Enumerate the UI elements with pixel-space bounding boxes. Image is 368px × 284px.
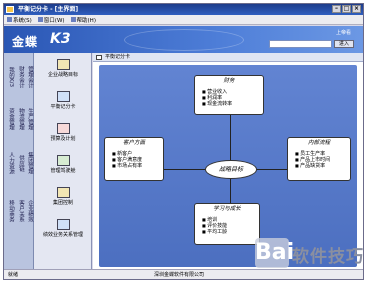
- menu-help[interactable]: 帮助(H): [70, 16, 96, 24]
- tab-production[interactable]: 生产管理: [24, 101, 33, 137]
- bsc-diagram: 财务 营业收入 利润率 现金流转率 客户方面 新客户 客户满意度 市场占有率 战…: [99, 65, 357, 267]
- window-icon: [37, 17, 43, 22]
- customer-item: 市场占有率: [112, 163, 142, 169]
- brand-logo: 金蝶: [12, 35, 39, 49]
- cockpit-icon: [56, 155, 70, 166]
- strategy-icon: [56, 59, 70, 70]
- help-icon: [70, 17, 76, 22]
- budget-icon: [56, 123, 70, 134]
- tab-crm[interactable]: 客户关系: [15, 193, 24, 229]
- watermark-text: 软件技巧: [292, 247, 364, 267]
- search-input[interactable]: [269, 40, 332, 48]
- tab-mobile[interactable]: 移动商务: [5, 193, 14, 229]
- strategy-goal[interactable]: 战略目标: [205, 160, 257, 179]
- minimize-button[interactable]: –: [332, 5, 341, 13]
- finance-title: 财务: [223, 78, 235, 84]
- box-finance[interactable]: 财务 营业收入 利润率 现金流转率: [194, 75, 264, 115]
- content-title: 平衡记分卡: [105, 54, 131, 60]
- relations-icon: [56, 219, 70, 230]
- learning-item: 平均工龄: [202, 229, 227, 235]
- tool-cockpit[interactable]: 管理驾驶舱: [36, 155, 90, 174]
- process-item: 产品缺货率: [295, 163, 330, 169]
- go-button[interactable]: 进入: [334, 40, 354, 48]
- scorecard-icon: [56, 91, 70, 102]
- status-bar: 就绪 深圳金蝶软件有限公司: [4, 269, 363, 279]
- title-bar: 平衡记分卡 - [主界面] – □ ×: [4, 4, 363, 15]
- group-control-icon: [56, 187, 70, 198]
- box-process[interactable]: 内部流程 员工生产率 产品上市时间 产品缺货率: [287, 137, 351, 181]
- menu-window[interactable]: 窗口(W): [37, 16, 65, 24]
- document-icon: [96, 55, 102, 60]
- finance-item: 现金流转率: [202, 101, 232, 107]
- brand-logo-k3: K3: [50, 31, 71, 47]
- learning-title: 学习与成长: [213, 206, 241, 212]
- banner: 金蝶 K3 上帝看 进入: [4, 26, 363, 53]
- tool-budget[interactable]: 预算及计划: [36, 123, 90, 142]
- tab-my-k3[interactable]: 我的K/3: [5, 59, 14, 95]
- process-title: 内部流程: [307, 140, 330, 146]
- module-tabs: 我的K/3 财务会计 管理会计 资金管理 物流管理 生产管理 人力资源 供应链 …: [4, 53, 34, 269]
- app-icon: [6, 6, 14, 13]
- menu-system[interactable]: 系统(S): [7, 16, 32, 24]
- tab-finance[interactable]: 财务会计: [15, 59, 24, 95]
- tool-relations[interactable]: 绩效业务关系管理: [36, 219, 90, 238]
- menu-bar: 系统(S) 窗口(W) 帮助(H): [4, 15, 363, 25]
- window-title: 平衡记分卡 - [主界面]: [18, 6, 79, 13]
- tab-hr[interactable]: 人力资源: [5, 145, 14, 181]
- system-icon: [7, 17, 12, 22]
- tool-column: 企业战略目标 平衡记分卡 预算及计划 管理驾驶舱 集团控制 绩效业务关系管理: [34, 53, 92, 269]
- tab-supply[interactable]: 供应链: [15, 145, 24, 181]
- maximize-button[interactable]: □: [342, 5, 351, 13]
- status-company: 深圳金蝶软件有限公司: [154, 272, 205, 278]
- customer-title: 客户方面: [122, 140, 145, 146]
- tool-strategy[interactable]: 企业战略目标: [36, 59, 90, 78]
- tool-scorecard[interactable]: 平衡记分卡: [36, 91, 90, 110]
- content-area: 平衡记分卡 财务 营业收入 利润率 现金流转率 客户方面 新客户 客户满意度: [93, 53, 363, 269]
- connector-process: [257, 169, 287, 170]
- banner-decoration: [124, 29, 244, 51]
- watermark-mark: Bai: [255, 238, 294, 268]
- top-link[interactable]: 上帝看: [336, 29, 351, 36]
- tab-logistics[interactable]: 物流管理: [15, 101, 24, 137]
- tab-mgmt-acct[interactable]: 管理会计: [24, 59, 33, 95]
- connector-finance: [230, 115, 231, 160]
- tab-funds[interactable]: 资金管理: [5, 101, 14, 137]
- tab-group[interactable]: 集团管理: [24, 145, 33, 181]
- app-window: 平衡记分卡 - [主界面] – □ × 系统(S) 窗口(W) 帮助(H) 金蝶…: [3, 3, 364, 280]
- tool-group-control[interactable]: 集团控制: [36, 187, 90, 206]
- connector-learning: [230, 179, 231, 203]
- box-customer[interactable]: 客户方面 新客户 客户满意度 市场占有率: [104, 137, 164, 181]
- content-title-bar: 平衡记分卡: [93, 53, 363, 62]
- tab-performance[interactable]: 企业绩效: [24, 193, 33, 229]
- status-ready: 就绪: [8, 272, 19, 278]
- box-learning[interactable]: 学习与成长 培训 评价技能 平均工龄: [194, 203, 260, 245]
- connector-customer: [163, 169, 205, 170]
- close-button[interactable]: ×: [352, 5, 361, 13]
